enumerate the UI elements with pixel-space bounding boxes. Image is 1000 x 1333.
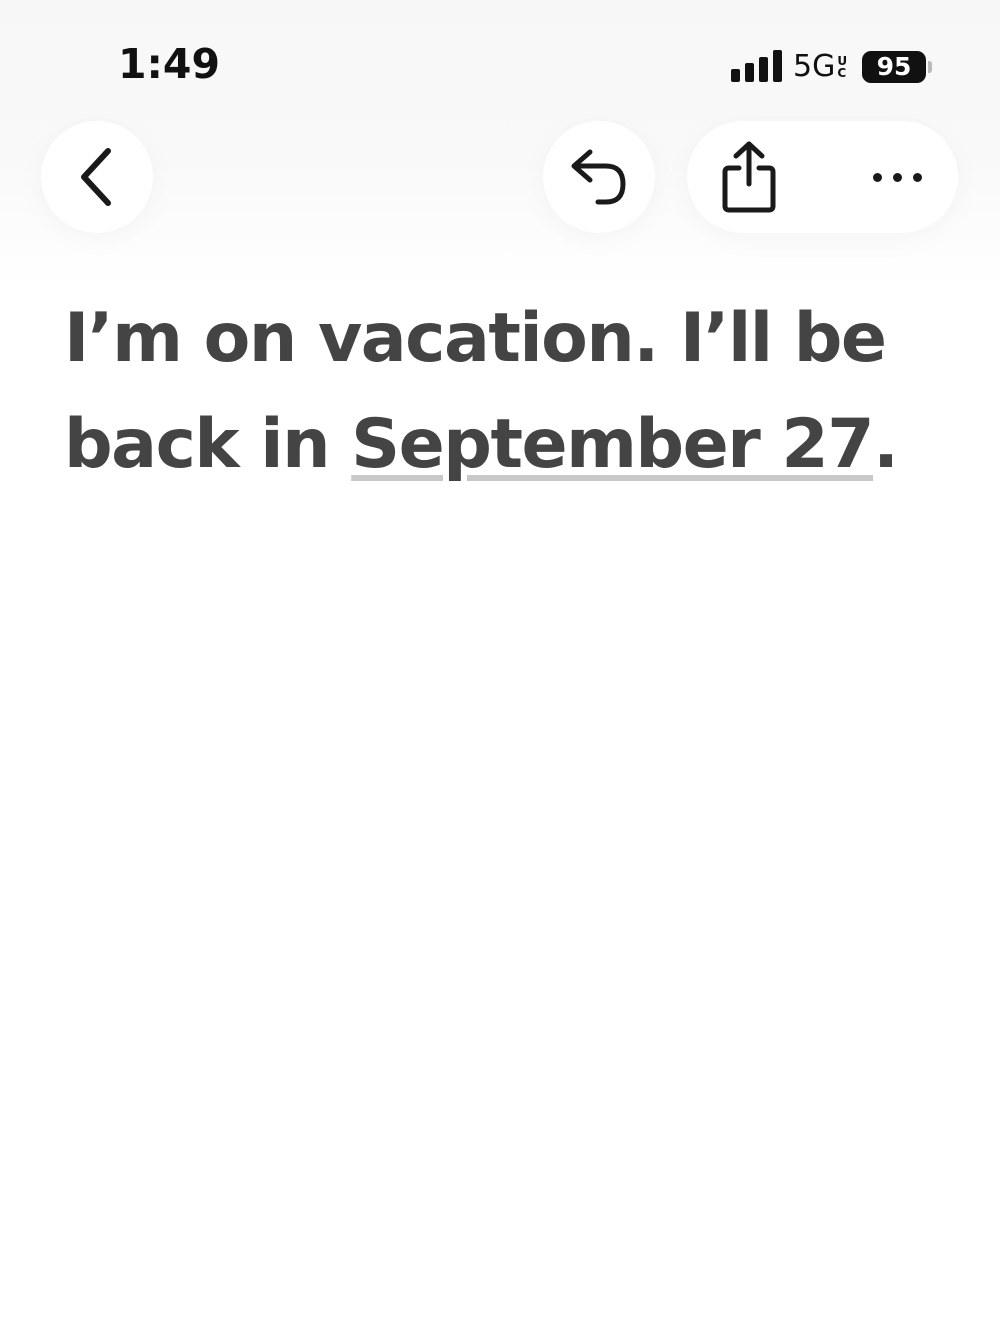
status-bar: 1:49 5G U C 95	[0, 0, 1000, 120]
date-link[interactable]: September 27	[351, 405, 874, 484]
message-body: I’m on vacation. I’ll be back in Septemb…	[64, 286, 944, 498]
more-button[interactable]	[847, 121, 947, 233]
signal-bar	[731, 69, 740, 82]
reply-arrow-icon	[571, 149, 626, 205]
network-badge-bottom: C	[837, 66, 847, 80]
reply-button[interactable]	[543, 121, 655, 233]
chevron-left-icon	[81, 148, 111, 206]
network-type: 5G U C	[793, 50, 847, 84]
ellipsis-dot	[912, 172, 922, 182]
battery-tip	[928, 61, 932, 73]
signal-bar	[745, 63, 754, 82]
battery-icon: 95	[862, 51, 926, 83]
signal-bar	[773, 50, 782, 82]
status-time: 1:49	[118, 40, 220, 88]
signal-bar	[759, 57, 768, 82]
actions-pill	[687, 121, 958, 233]
back-button[interactable]	[41, 121, 153, 233]
network-label: 5G	[793, 49, 836, 84]
ellipsis-icon	[872, 172, 882, 182]
battery-level: 95	[876, 52, 912, 81]
message-text-end: .	[873, 405, 899, 484]
share-button[interactable]	[699, 121, 799, 233]
cellular-signal-icon	[731, 50, 783, 82]
network-badge: U C	[837, 55, 847, 79]
ellipsis-dot	[892, 172, 902, 182]
share-icon	[722, 141, 776, 213]
screen: 1:49 5G U C 95 I’m on vacation. I’ll be …	[0, 0, 1000, 1333]
